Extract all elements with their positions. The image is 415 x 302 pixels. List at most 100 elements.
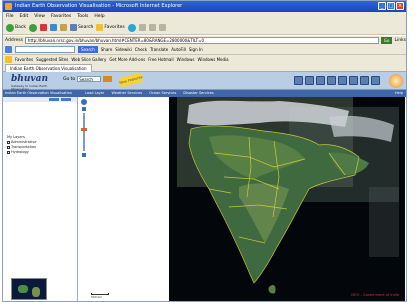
map-navigation-control <box>79 97 89 301</box>
map-blank-area[interactable] <box>89 97 169 301</box>
menu-bar: File Edit View Favorites Tools Help <box>3 12 406 21</box>
layer-checkbox[interactable] <box>7 140 10 144</box>
maximize-button[interactable]: □ <box>387 2 395 10</box>
zoom-slider-handle[interactable] <box>81 128 87 131</box>
fav-link-webslice[interactable]: Web Slice Gallery <box>71 57 106 62</box>
band-help-link[interactable]: Help <box>395 90 403 97</box>
band-link-load-layer[interactable]: Load Layer <box>85 91 104 95</box>
search-icon <box>69 24 77 31</box>
overview-minimap[interactable] <box>11 278 47 300</box>
band-link-disaster[interactable]: Disaster Services <box>183 91 213 95</box>
address-bar: Address http://bhuvan.nrsc.gov.in/bhuvan… <box>3 36 406 45</box>
close-button[interactable]: × <box>396 2 404 10</box>
map-tool-measure-icon[interactable] <box>316 76 325 85</box>
print-button[interactable] <box>158 24 166 31</box>
fav-link-suggested[interactable]: Suggested Sites <box>36 57 68 62</box>
zoom-slider[interactable] <box>83 113 85 151</box>
toolbar-link-sidewiki[interactable]: Sidewiki <box>115 47 131 52</box>
panel-tab-layers[interactable] <box>49 98 59 101</box>
layers-panel-tabs <box>3 97 77 102</box>
mail-button[interactable] <box>148 24 156 31</box>
title-bar: Indian Earth Observation Visualisation -… <box>3 1 406 12</box>
bhuvan-logo[interactable]: bhuvan Gateway to Indian Earth Observati… <box>11 74 51 91</box>
minimap-landmass <box>32 287 40 297</box>
isro-emblem-icon <box>389 74 403 88</box>
search-toolbar-button[interactable]: Search <box>69 24 93 31</box>
browser-window: Indian Earth Observation Visualisation -… <box>2 0 407 302</box>
favorites-star-icon <box>5 56 12 63</box>
links-label[interactable]: Links <box>394 38 406 43</box>
stop-button[interactable] <box>39 24 47 31</box>
tab-bar: Indian Earth Observation Visualisation <box>3 64 406 72</box>
pan-control-icon[interactable] <box>81 99 87 105</box>
toolbar-link-check[interactable]: Check <box>135 47 147 52</box>
fav-link-windows[interactable]: Windows <box>177 57 195 62</box>
fav-link-addons[interactable]: Get More Add-ons <box>109 57 145 62</box>
menu-edit[interactable]: Edit <box>20 12 29 21</box>
toolbar-link-share[interactable]: Share <box>101 47 113 52</box>
new-features-badge[interactable]: New Features <box>118 72 144 88</box>
layers-panel: My Layers Administrative Transportation … <box>3 97 78 301</box>
menu-help[interactable]: Help <box>94 12 104 21</box>
refresh-button[interactable] <box>49 24 57 31</box>
map-tools <box>294 76 380 85</box>
page-content: bhuvan Gateway to Indian Earth Observati… <box>3 72 406 301</box>
map-tool-draw-icon[interactable] <box>327 76 336 85</box>
layer-checkbox[interactable] <box>7 150 10 154</box>
map-tool-info-icon[interactable] <box>371 76 380 85</box>
google-search-input[interactable] <box>15 46 75 53</box>
layer-label: Administrative <box>11 140 37 144</box>
band-link-ocean[interactable]: Ocean Services <box>149 91 176 95</box>
location-search-input[interactable]: Search <box>77 76 102 82</box>
toolbar-link-autofill[interactable]: AutoFill <box>171 47 186 52</box>
toolbar-link-translate[interactable]: Translate <box>150 47 168 52</box>
history-button[interactable] <box>138 24 146 31</box>
menu-favorites[interactable]: Favorites <box>51 12 71 21</box>
go-button[interactable]: Go <box>380 37 393 44</box>
location-search-button[interactable] <box>103 76 113 82</box>
panel-tab-search[interactable] <box>61 98 71 101</box>
map-tool-layers-icon[interactable] <box>338 76 347 85</box>
menu-tools[interactable]: Tools <box>77 12 88 21</box>
media-button[interactable] <box>127 23 136 32</box>
favorites-bar: Favorites Suggested Sites Web Slice Gall… <box>3 55 406 64</box>
menu-file[interactable]: File <box>6 12 14 21</box>
home-button[interactable] <box>59 24 67 31</box>
layer-checkbox[interactable] <box>7 145 10 149</box>
fav-link-media[interactable]: Windows Media <box>197 57 228 62</box>
favorites-label[interactable]: Favorites <box>15 57 33 62</box>
back-label: Back <box>15 25 26 30</box>
address-label: Address <box>5 38 23 43</box>
back-button[interactable]: Back <box>6 23 26 32</box>
zoom-in-button[interactable] <box>82 107 86 111</box>
back-arrow-icon <box>6 23 14 32</box>
satellite-map-view[interactable]: ISRO - Government of India <box>169 97 405 301</box>
band-title: Indian Earth Observation Visualisation <box>5 91 72 95</box>
ie-icon <box>5 3 12 10</box>
isro-credit: ISRO - Government of India <box>351 293 399 297</box>
layer-item[interactable]: Hydrology <box>7 150 36 155</box>
forward-button[interactable] <box>28 23 37 32</box>
scale-label: 500 km <box>91 295 103 299</box>
layer-list: My Layers Administrative Transportation … <box>7 135 36 155</box>
menu-view[interactable]: View <box>34 12 45 21</box>
layer-label: Hydrology <box>11 150 29 154</box>
map-tool-save-icon[interactable] <box>360 76 369 85</box>
tab-bhuvan[interactable]: Indian Earth Observation Visualisation <box>5 64 92 72</box>
toolbar-link-signin[interactable]: Sign In <box>189 47 203 52</box>
address-input[interactable]: http://bhuvan.nrsc.gov.in/bhuvan/bhuvan.… <box>24 37 379 44</box>
favorites-toolbar-button[interactable]: Favorites <box>96 24 125 31</box>
india-satellite-image <box>169 97 405 301</box>
google-search-button[interactable]: Search <box>78 46 98 53</box>
map-tool-pan-icon[interactable] <box>305 76 314 85</box>
app-nav-band: Indian Earth Observation Visualisation L… <box>3 90 406 97</box>
map-tool-zoom-icon[interactable] <box>294 76 303 85</box>
zoom-out-button[interactable] <box>82 153 86 157</box>
window-title: Indian Earth Observation Visualisation -… <box>15 3 183 9</box>
fav-link-hotmail[interactable]: Free Hotmail <box>148 57 173 62</box>
band-link-weather[interactable]: Weather Services <box>111 91 142 95</box>
google-toolbar: Search Share Sidewiki Check Translate Au… <box>3 45 406 55</box>
map-tool-print-icon[interactable] <box>349 76 358 85</box>
location-search-label: Go to <box>63 76 76 82</box>
minimize-button[interactable]: _ <box>378 2 386 10</box>
